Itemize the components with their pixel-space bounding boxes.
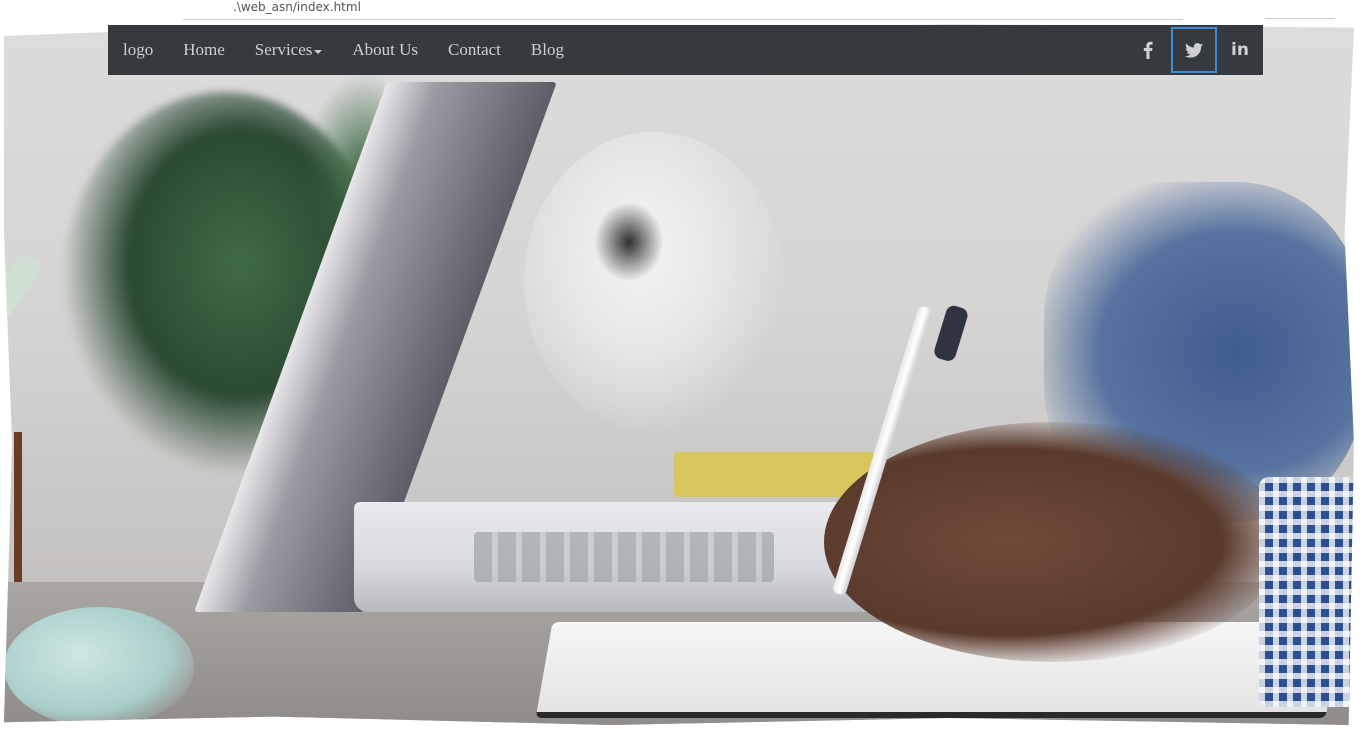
url-divider <box>183 19 1183 20</box>
caret-down-icon <box>314 49 323 54</box>
nav-blog[interactable]: Blog <box>516 25 579 75</box>
hero-image <box>4 24 1354 725</box>
nav-contact[interactable]: Contact <box>433 25 516 75</box>
twitter-icon[interactable] <box>1171 27 1217 73</box>
url-divider-right <box>1265 18 1335 19</box>
nav-services[interactable]: Services <box>240 25 338 75</box>
hand <box>824 422 1284 662</box>
stem-decor <box>4 252 44 448</box>
nav-links: logo Home Services About Us Contact Blog <box>108 25 579 75</box>
nav-services-label: Services <box>254 40 313 59</box>
url-text: .\web_asn/index.html <box>233 0 361 14</box>
logo-link[interactable]: logo <box>108 25 168 75</box>
lamp-shade-blur <box>594 202 664 282</box>
lamp-blur <box>524 132 784 432</box>
mint-object <box>4 607 194 725</box>
shirt-cuff <box>1259 477 1354 707</box>
linkedin-icon[interactable]: in <box>1217 27 1263 73</box>
facebook-icon[interactable] <box>1125 27 1171 73</box>
social-links: in <box>1125 25 1263 75</box>
laptop-keyboard <box>474 532 774 582</box>
nav-home[interactable]: Home <box>168 25 240 75</box>
pen-cap <box>932 303 970 363</box>
nav-about-us[interactable]: About Us <box>337 25 433 75</box>
linkedin-glyph: in <box>1231 40 1249 60</box>
yellow-book <box>674 452 874 497</box>
top-navbar: logo Home Services About Us Contact Blog… <box>108 25 1263 75</box>
